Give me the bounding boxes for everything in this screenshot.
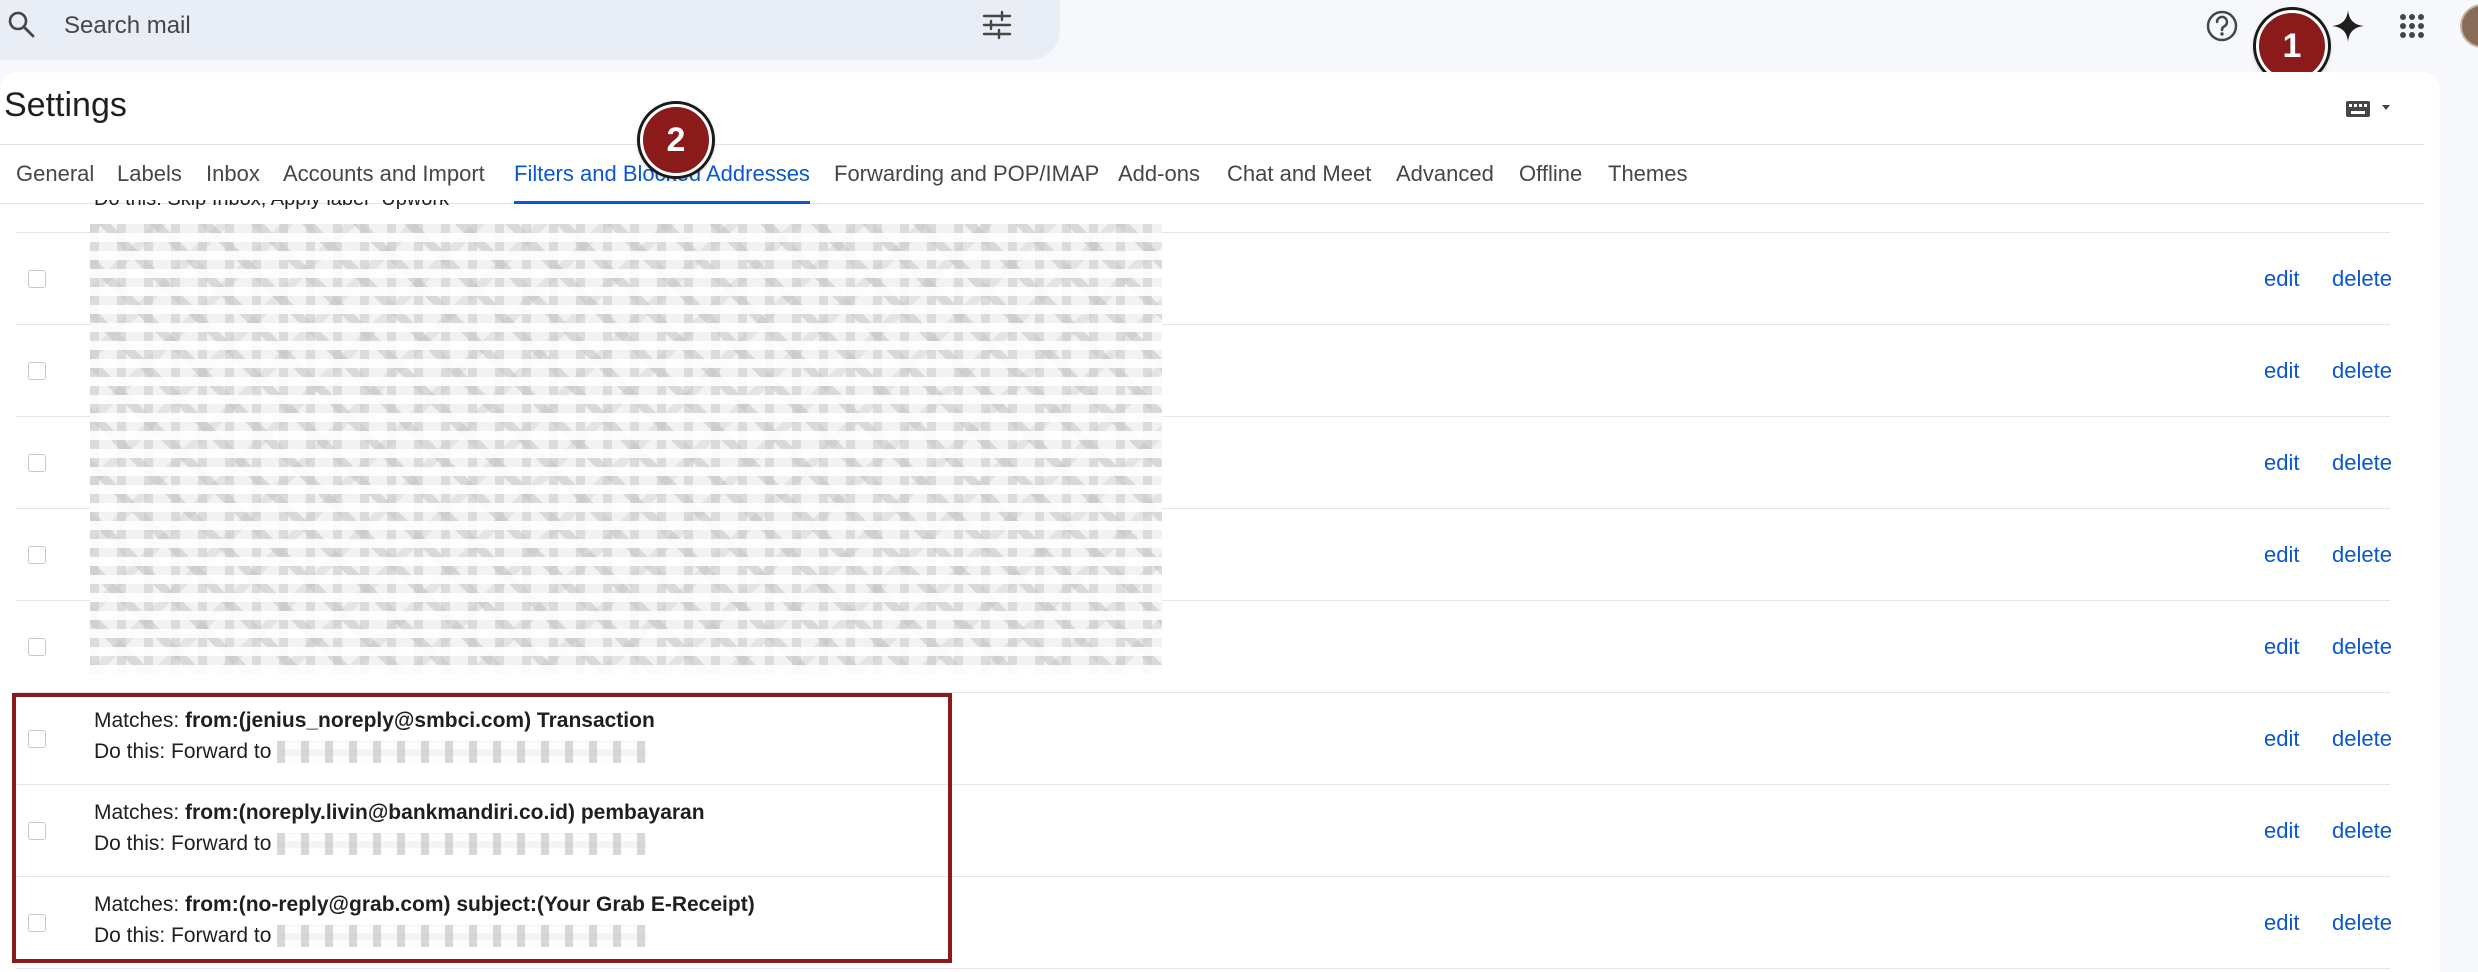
filter-action-label: Do this: Forward to bbox=[94, 740, 272, 763]
tab-add-ons[interactable]: Add-ons bbox=[1118, 145, 1200, 203]
filter-criteria-value: from:(jenius_noreply@smbci.com) Transact… bbox=[185, 709, 655, 732]
tab-themes[interactable]: Themes bbox=[1608, 145, 1687, 203]
delete-link[interactable]: delete bbox=[2332, 542, 2392, 568]
filter-checkbox[interactable] bbox=[28, 730, 46, 748]
filter-checkbox[interactable] bbox=[28, 914, 46, 932]
help-icon[interactable] bbox=[2204, 8, 2240, 44]
tab-offline[interactable]: Offline bbox=[1519, 145, 1582, 203]
filter-action: Do this: Forward to bbox=[94, 832, 648, 856]
tab-accounts-and-import[interactable]: Accounts and Import bbox=[283, 145, 485, 203]
delete-link[interactable]: delete bbox=[2332, 634, 2392, 660]
redacted-email bbox=[277, 925, 648, 948]
settings-tabs: General Labels Inbox Accounts and Import… bbox=[0, 144, 2424, 204]
tab-forwarding-and-pop-imap[interactable]: Forwarding and POP/IMAP bbox=[834, 145, 1099, 203]
top-bar: 1 bbox=[0, 0, 2478, 82]
search-icon[interactable] bbox=[6, 9, 36, 39]
tab-chat-and-meet[interactable]: Chat and Meet bbox=[1227, 145, 1371, 203]
filter-row: Matches: from:(noreply.livin@bankmandiri… bbox=[16, 784, 2392, 877]
filter-action-label: Do this: Forward to bbox=[94, 924, 272, 947]
search-input[interactable] bbox=[62, 10, 926, 42]
tab-general[interactable]: General bbox=[16, 145, 94, 203]
edit-link[interactable]: edit bbox=[2264, 450, 2299, 476]
redacted-email bbox=[277, 741, 648, 764]
delete-link[interactable]: delete bbox=[2332, 358, 2392, 384]
delete-link[interactable]: delete bbox=[2332, 266, 2392, 292]
edit-link[interactable]: edit bbox=[2264, 910, 2299, 936]
filter-action-label: Do this: Forward to bbox=[94, 832, 272, 855]
page-title: Settings bbox=[4, 86, 127, 124]
filter-criteria-prefix: Matches: bbox=[94, 709, 186, 732]
delete-link[interactable]: delete bbox=[2332, 910, 2392, 936]
tune-icon[interactable] bbox=[980, 8, 1014, 42]
filter-checkbox[interactable] bbox=[28, 546, 46, 564]
delete-link[interactable]: delete bbox=[2332, 726, 2392, 752]
edit-link[interactable]: edit bbox=[2264, 266, 2299, 292]
filter-criteria: Matches: from:(noreply.livin@bankmandiri… bbox=[94, 801, 705, 825]
edit-link[interactable]: edit bbox=[2264, 818, 2299, 844]
filter-criteria-value: from:(noreply.livin@bankmandiri.co.id) p… bbox=[185, 801, 705, 824]
tab-advanced[interactable]: Advanced bbox=[1396, 145, 1494, 203]
filter-action: Do this: Forward to bbox=[94, 924, 648, 948]
search-bar[interactable] bbox=[0, 0, 1060, 60]
pixelated-redaction bbox=[90, 224, 1162, 674]
filter-criteria: Matches: from:(no-reply@grab.com) subjec… bbox=[94, 893, 755, 917]
avatar[interactable] bbox=[2460, 4, 2478, 48]
filter-criteria: Matches: from:(jenius_noreply@smbci.com)… bbox=[94, 709, 655, 733]
filter-checkbox[interactable] bbox=[28, 270, 46, 288]
gemini-sparkle-icon[interactable] bbox=[2330, 8, 2366, 44]
filter-checkbox[interactable] bbox=[28, 638, 46, 656]
step-marker-2: 2 bbox=[640, 104, 712, 176]
filter-checkbox[interactable] bbox=[28, 362, 46, 380]
filter-criteria-prefix: Matches: bbox=[94, 801, 186, 824]
delete-link[interactable]: delete bbox=[2332, 818, 2392, 844]
keyboard-icon[interactable] bbox=[2338, 94, 2398, 124]
filter-checkbox[interactable] bbox=[28, 822, 46, 840]
filter-criteria-value: from:(no-reply@grab.com) subject:(Your G… bbox=[185, 893, 755, 916]
redacted-email bbox=[277, 833, 648, 856]
edit-link[interactable]: edit bbox=[2264, 542, 2299, 568]
filter-row: Matches: from:(no-reply@grab.com) subjec… bbox=[16, 876, 2392, 969]
filter-checkbox[interactable] bbox=[28, 454, 46, 472]
edit-link[interactable]: edit bbox=[2264, 358, 2299, 384]
tab-labels[interactable]: Labels bbox=[117, 145, 182, 203]
tab-inbox[interactable]: Inbox bbox=[206, 145, 260, 203]
edit-link[interactable]: edit bbox=[2264, 634, 2299, 660]
filter-action: Do this: Forward to bbox=[94, 740, 648, 764]
delete-link[interactable]: delete bbox=[2332, 450, 2392, 476]
apps-grid-icon[interactable] bbox=[2394, 8, 2430, 44]
edit-link[interactable]: edit bbox=[2264, 726, 2299, 752]
filter-criteria-prefix: Matches: bbox=[94, 893, 186, 916]
list-divider bbox=[16, 968, 2390, 969]
filter-row: Matches: from:(jenius_noreply@smbci.com)… bbox=[16, 692, 2392, 785]
